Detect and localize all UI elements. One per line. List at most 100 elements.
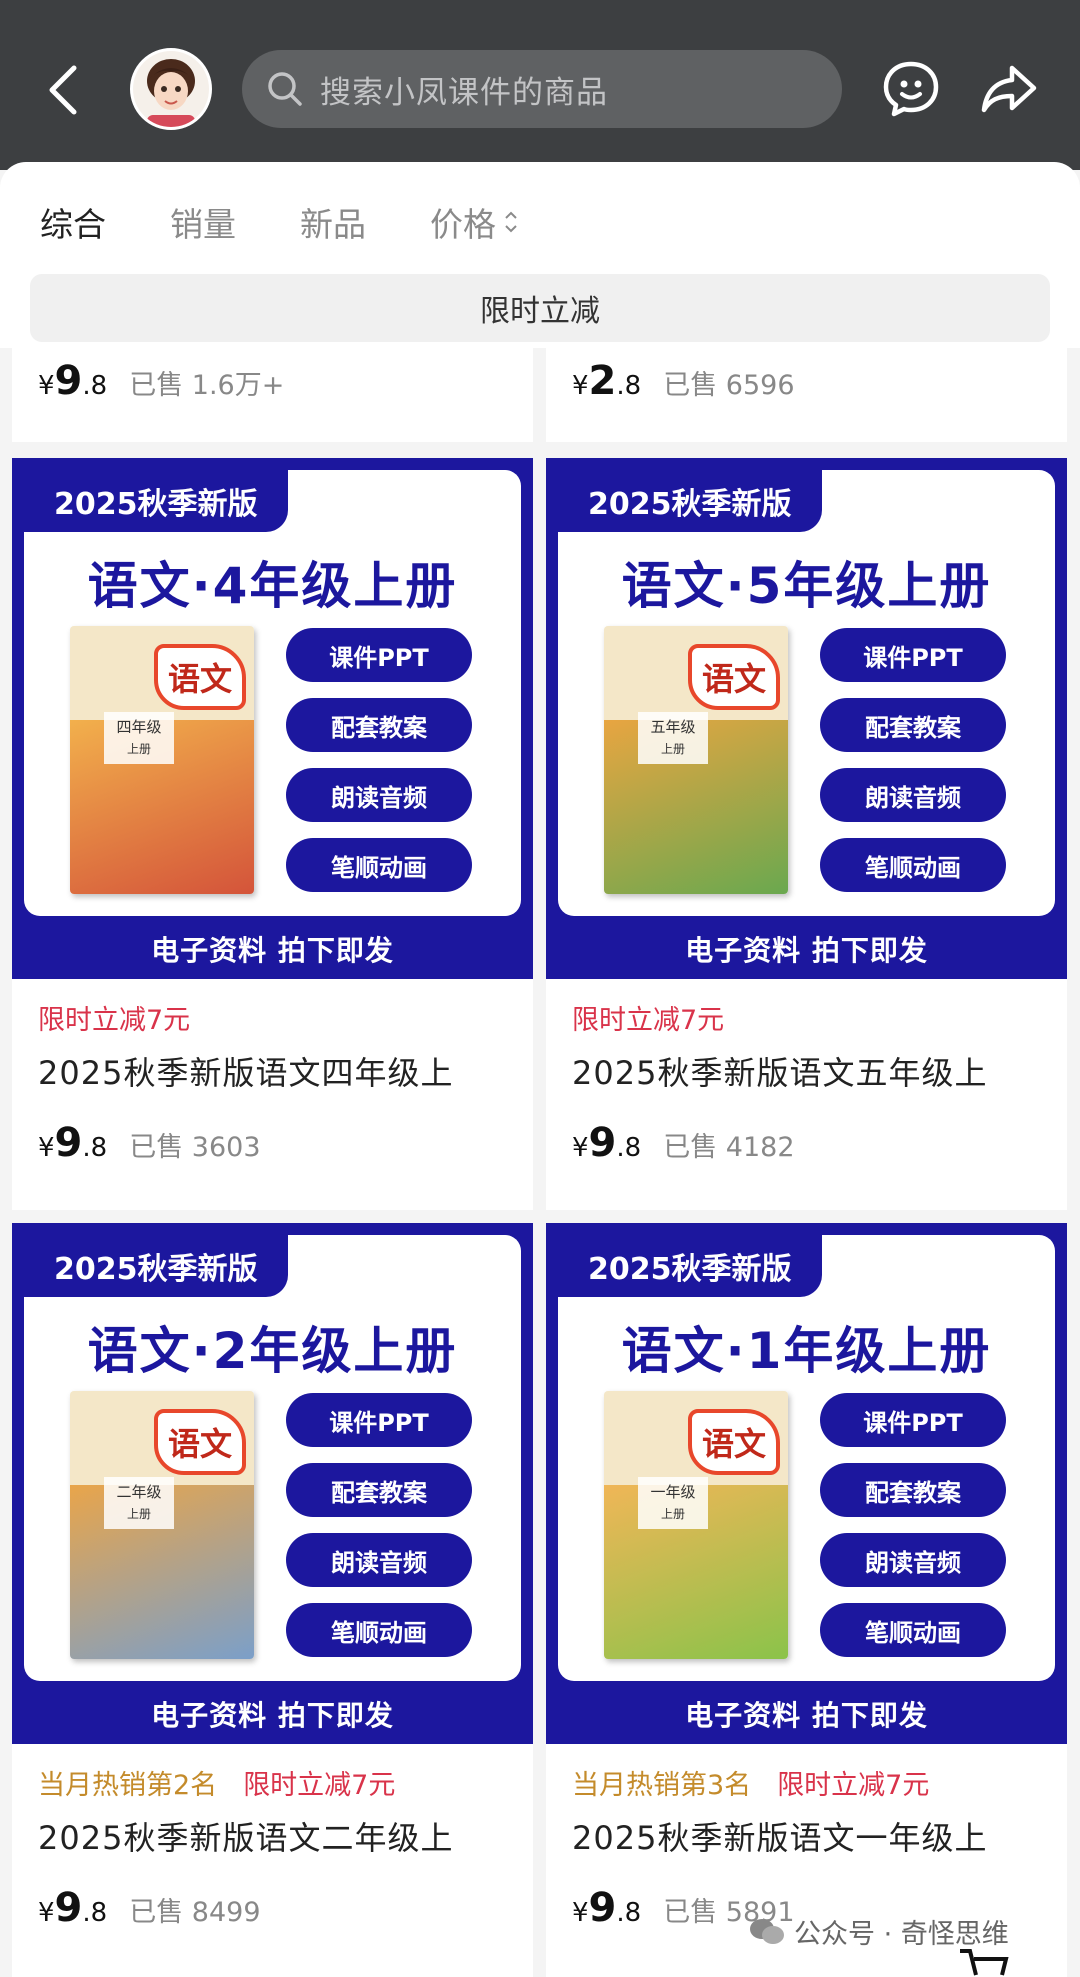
- product-title: 2025秋季新版语文五年级上: [572, 1054, 988, 1092]
- price-decimal: .8: [616, 1133, 642, 1163]
- textbook-grade: 五年级 上册: [638, 712, 708, 764]
- sold-count: 已售 4182: [663, 1132, 795, 1163]
- textbook-title: 语文: [688, 644, 780, 710]
- price-row: ¥ 2 .8 已售 6596: [572, 358, 795, 404]
- poster-footer: 电子资料 拍下即发: [151, 933, 394, 967]
- sold-count: 已售 8499: [129, 1897, 261, 1928]
- sort-tab-sales[interactable]: 销量: [170, 198, 236, 246]
- poster-feature-pill: 课件PPT: [286, 628, 472, 682]
- product-title: 2025秋季新版语文一年级上: [572, 1819, 988, 1857]
- textbook-cover: 语文 五年级 上册: [604, 626, 788, 894]
- sort-arrows-icon: [505, 211, 517, 233]
- sort-tab-price[interactable]: 价格: [430, 198, 520, 246]
- poster-panel: 2025秋季新版 语文·2年级上册 语文 二年级 上册 课件PPT 配套教案 朗读音频 笔顺动画: [24, 1235, 521, 1681]
- product-image[interactable]: 2025秋季新版 语文·1年级上册 语文 一年级 上册 课件PPT 配套教案 朗读音频 笔顺动画…: [546, 1223, 1067, 1744]
- price-decimal: .8: [616, 371, 642, 401]
- product-image[interactable]: 2025秋季新版 语文·2年级上册 语文 二年级 上册 课件PPT 配套教案 朗读音频 笔顺动画…: [12, 1223, 533, 1744]
- product-image[interactable]: 2025秋季新版 语文·4年级上册 语文 四年级 上册 课件PPT 配套教案 朗读音频 笔顺动画…: [12, 458, 533, 979]
- poster-panel: 2025秋季新版 语文·4年级上册 语文 四年级 上册 课件PPT 配套教案 朗读音频 笔顺动画: [24, 470, 521, 916]
- top-bar: 搜索小凤课件的商品: [0, 0, 1080, 170]
- price-row: ¥9.8 已售 8499: [38, 1885, 261, 1931]
- poster-title: 语文·2年级上册: [87, 1322, 458, 1380]
- badge-row: 限时立减7元: [38, 998, 190, 1037]
- textbook-cover: 语文 二年级 上册: [70, 1391, 254, 1659]
- textbook-term-label: 上册: [660, 742, 685, 756]
- cart-icon[interactable]: [956, 1947, 1016, 1977]
- poster-feature-pill: 朗读音频: [820, 1533, 1006, 1587]
- search-input[interactable]: 搜索小凤课件的商品: [242, 50, 842, 128]
- promo-badge: 限时立减7元: [572, 1005, 725, 1036]
- textbook-term-label: 上册: [126, 1507, 151, 1521]
- back-icon[interactable]: [42, 62, 86, 118]
- textbook-grade-label: 二年级: [116, 1483, 162, 1501]
- sold-count: 已售 3603: [129, 1132, 261, 1163]
- share-icon[interactable]: [978, 58, 1040, 120]
- promo-filter-button[interactable]: 限时立减: [30, 274, 1050, 342]
- sold-count: 已售 1.6万+: [129, 370, 285, 401]
- badge-row: 限时立减7元: [572, 998, 724, 1037]
- product-card[interactable]: 2025秋季新版 语文·5年级上册 语文 五年级 上册 课件PPT 配套教案 朗读音频 笔顺动画…: [546, 458, 1067, 1210]
- product-image[interactable]: 2025秋季新版 语文·5年级上册 语文 五年级 上册 课件PPT 配套教案 朗读音频 笔顺动画…: [546, 458, 1067, 979]
- price-integer: 9: [54, 1885, 83, 1931]
- price-currency: ¥: [572, 1133, 589, 1163]
- promo-badge: 限时立减7元: [243, 1770, 396, 1801]
- poster-title: 语文·1年级上册: [621, 1322, 992, 1380]
- price-decimal: .8: [82, 1898, 108, 1928]
- product-card[interactable]: 2025秋季新版 语文·1年级上册 语文 一年级 上册 课件PPT 配套教案 朗读音频 笔顺动画…: [546, 1223, 1067, 1977]
- wechat-icon: [750, 1918, 784, 1944]
- edition-tag: 2025秋季新版: [24, 470, 288, 532]
- poster-feature-pill: 笔顺动画: [820, 1603, 1006, 1657]
- chat-icon[interactable]: [880, 58, 942, 120]
- price-integer: 9: [588, 1120, 617, 1166]
- textbook-grade: 四年级 上册: [104, 712, 174, 764]
- textbook-grade: 一年级 上册: [638, 1477, 708, 1529]
- price-row: ¥9.8 已售 3603: [38, 1120, 261, 1166]
- price-decimal: .8: [82, 371, 108, 401]
- poster-title: 语文·4年级上册: [87, 557, 458, 615]
- price-integer: 2: [588, 358, 617, 404]
- poster-feature-pill: 配套教案: [286, 698, 472, 752]
- price-row: ¥ 9 .8 已售 1.6万+: [38, 358, 284, 404]
- poster-footer: 电子资料 拍下即发: [685, 1698, 928, 1732]
- product-card[interactable]: 2025秋季新版 语文·4年级上册 语文 四年级 上册 课件PPT 配套教案 朗读音频 笔顺动画…: [12, 458, 533, 1210]
- search-placeholder: 搜索小凤课件的商品: [320, 74, 608, 111]
- product-card-partial[interactable]: ¥ 2 .8 已售 6596: [546, 348, 1067, 442]
- textbook-term-label: 上册: [126, 742, 151, 756]
- textbook-grade-label: 四年级: [116, 718, 162, 736]
- poster-feature-pill: 朗读音频: [820, 768, 1006, 822]
- product-card[interactable]: 2025秋季新版 语文·2年级上册 语文 二年级 上册 课件PPT 配套教案 朗读音频 笔顺动画…: [12, 1223, 533, 1977]
- poster-feature-pill: 配套教案: [820, 698, 1006, 752]
- price-currency: ¥: [38, 1133, 55, 1163]
- poster-feature-pill: 配套教案: [286, 1463, 472, 1517]
- poster-footer: 电子资料 拍下即发: [151, 1698, 394, 1732]
- promo-badge: 限时立减7元: [777, 1770, 930, 1801]
- textbook-grade-label: 一年级: [650, 1483, 696, 1501]
- price-currency: ¥: [572, 371, 589, 401]
- avatar[interactable]: [130, 48, 212, 130]
- textbook-cover: 语文四年级上册: [70, 626, 254, 894]
- poster-feature-pill: 朗读音频: [286, 768, 472, 822]
- textbook-cover: 语文 一年级 上册: [604, 1391, 788, 1659]
- watermark-text: 公众号 · 奇怪思维: [794, 1919, 1009, 1950]
- edition-tag: 2025秋季新版: [24, 1235, 288, 1297]
- search-icon: [268, 72, 302, 106]
- product-card-partial[interactable]: ¥ 9 .8 已售 1.6万+: [12, 348, 533, 442]
- sort-tab-new[interactable]: 新品: [300, 198, 366, 246]
- hot-sales-badge: 当月热销第2名: [38, 1770, 218, 1801]
- badge-row: 当月热销第3名 限时立减7元: [572, 1763, 929, 1802]
- poster-feature-pill: 笔顺动画: [286, 838, 472, 892]
- sold-count: 已售 6596: [663, 370, 795, 401]
- promo-badge: 限时立减7元: [38, 1005, 191, 1036]
- sort-tab-price-label: 价格: [430, 205, 496, 244]
- watermark: 公众号 · 奇怪思维: [748, 1912, 1009, 1951]
- poster-feature-pill: 笔顺动画: [820, 838, 1006, 892]
- sort-tab-comprehensive[interactable]: 综合: [40, 198, 106, 246]
- poster-footer: 电子资料 拍下即发: [685, 933, 928, 967]
- textbook-term-label: 上册: [660, 1507, 685, 1521]
- price-decimal: .8: [616, 1898, 642, 1928]
- poster-panel: 2025秋季新版 语文·5年级上册 语文 五年级 上册 课件PPT 配套教案 朗读音频 笔顺动画: [558, 470, 1055, 916]
- poster-title: 语文·5年级上册: [621, 557, 992, 615]
- edition-tag: 2025秋季新版: [558, 470, 822, 532]
- price-integer: 9: [54, 358, 83, 404]
- textbook-title: 语文: [154, 644, 246, 710]
